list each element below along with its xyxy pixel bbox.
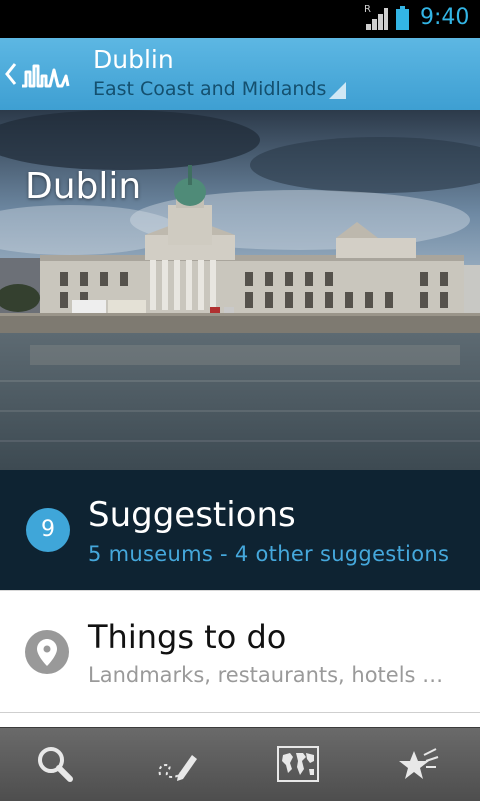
tab-map[interactable]	[240, 728, 360, 801]
things-to-do-subtitle: Landmarks, restaurants, hotels …	[88, 663, 444, 687]
tab-favorites[interactable]	[360, 728, 480, 801]
up-arrow-icon[interactable]	[4, 60, 18, 88]
suggestions-row[interactable]: 9 Suggestions 5 museums - 4 other sugges…	[0, 470, 480, 590]
suggestions-subtitle: 5 museums - 4 other suggestions	[88, 542, 450, 566]
world-map-icon	[277, 746, 319, 782]
things-to-do-row[interactable]: Things to do Landmarks, restaurants, hot…	[0, 590, 480, 713]
app-logo-icon[interactable]	[20, 58, 70, 90]
search-icon	[38, 747, 73, 782]
tab-search[interactable]	[0, 728, 120, 801]
signal-icon	[366, 8, 388, 30]
hero-image[interactable]: Dublin	[0, 110, 480, 470]
draw-icon	[158, 755, 197, 781]
bottom-tab-bar	[0, 727, 480, 801]
status-bar: R 9:40	[0, 0, 480, 38]
things-to-do-title: Things to do	[88, 618, 287, 656]
suggestions-title: Suggestions	[88, 495, 296, 535]
spinner-arrow-icon[interactable]	[329, 82, 346, 99]
list-item-partial	[0, 713, 480, 727]
suggestions-count-badge: 9	[26, 508, 70, 552]
action-bar-title: Dublin	[93, 45, 174, 74]
favorites-icon	[399, 748, 439, 779]
map-pin-icon	[25, 630, 69, 674]
battery-icon	[396, 6, 409, 30]
tab-draw[interactable]	[120, 728, 240, 801]
status-time: 9:40	[420, 5, 470, 30]
region-spinner[interactable]: East Coast and Midlands	[93, 78, 326, 100]
action-bar: Dublin East Coast and Midlands	[0, 38, 480, 111]
custom-house-photo	[0, 110, 480, 470]
hero-title: Dublin	[25, 166, 142, 207]
